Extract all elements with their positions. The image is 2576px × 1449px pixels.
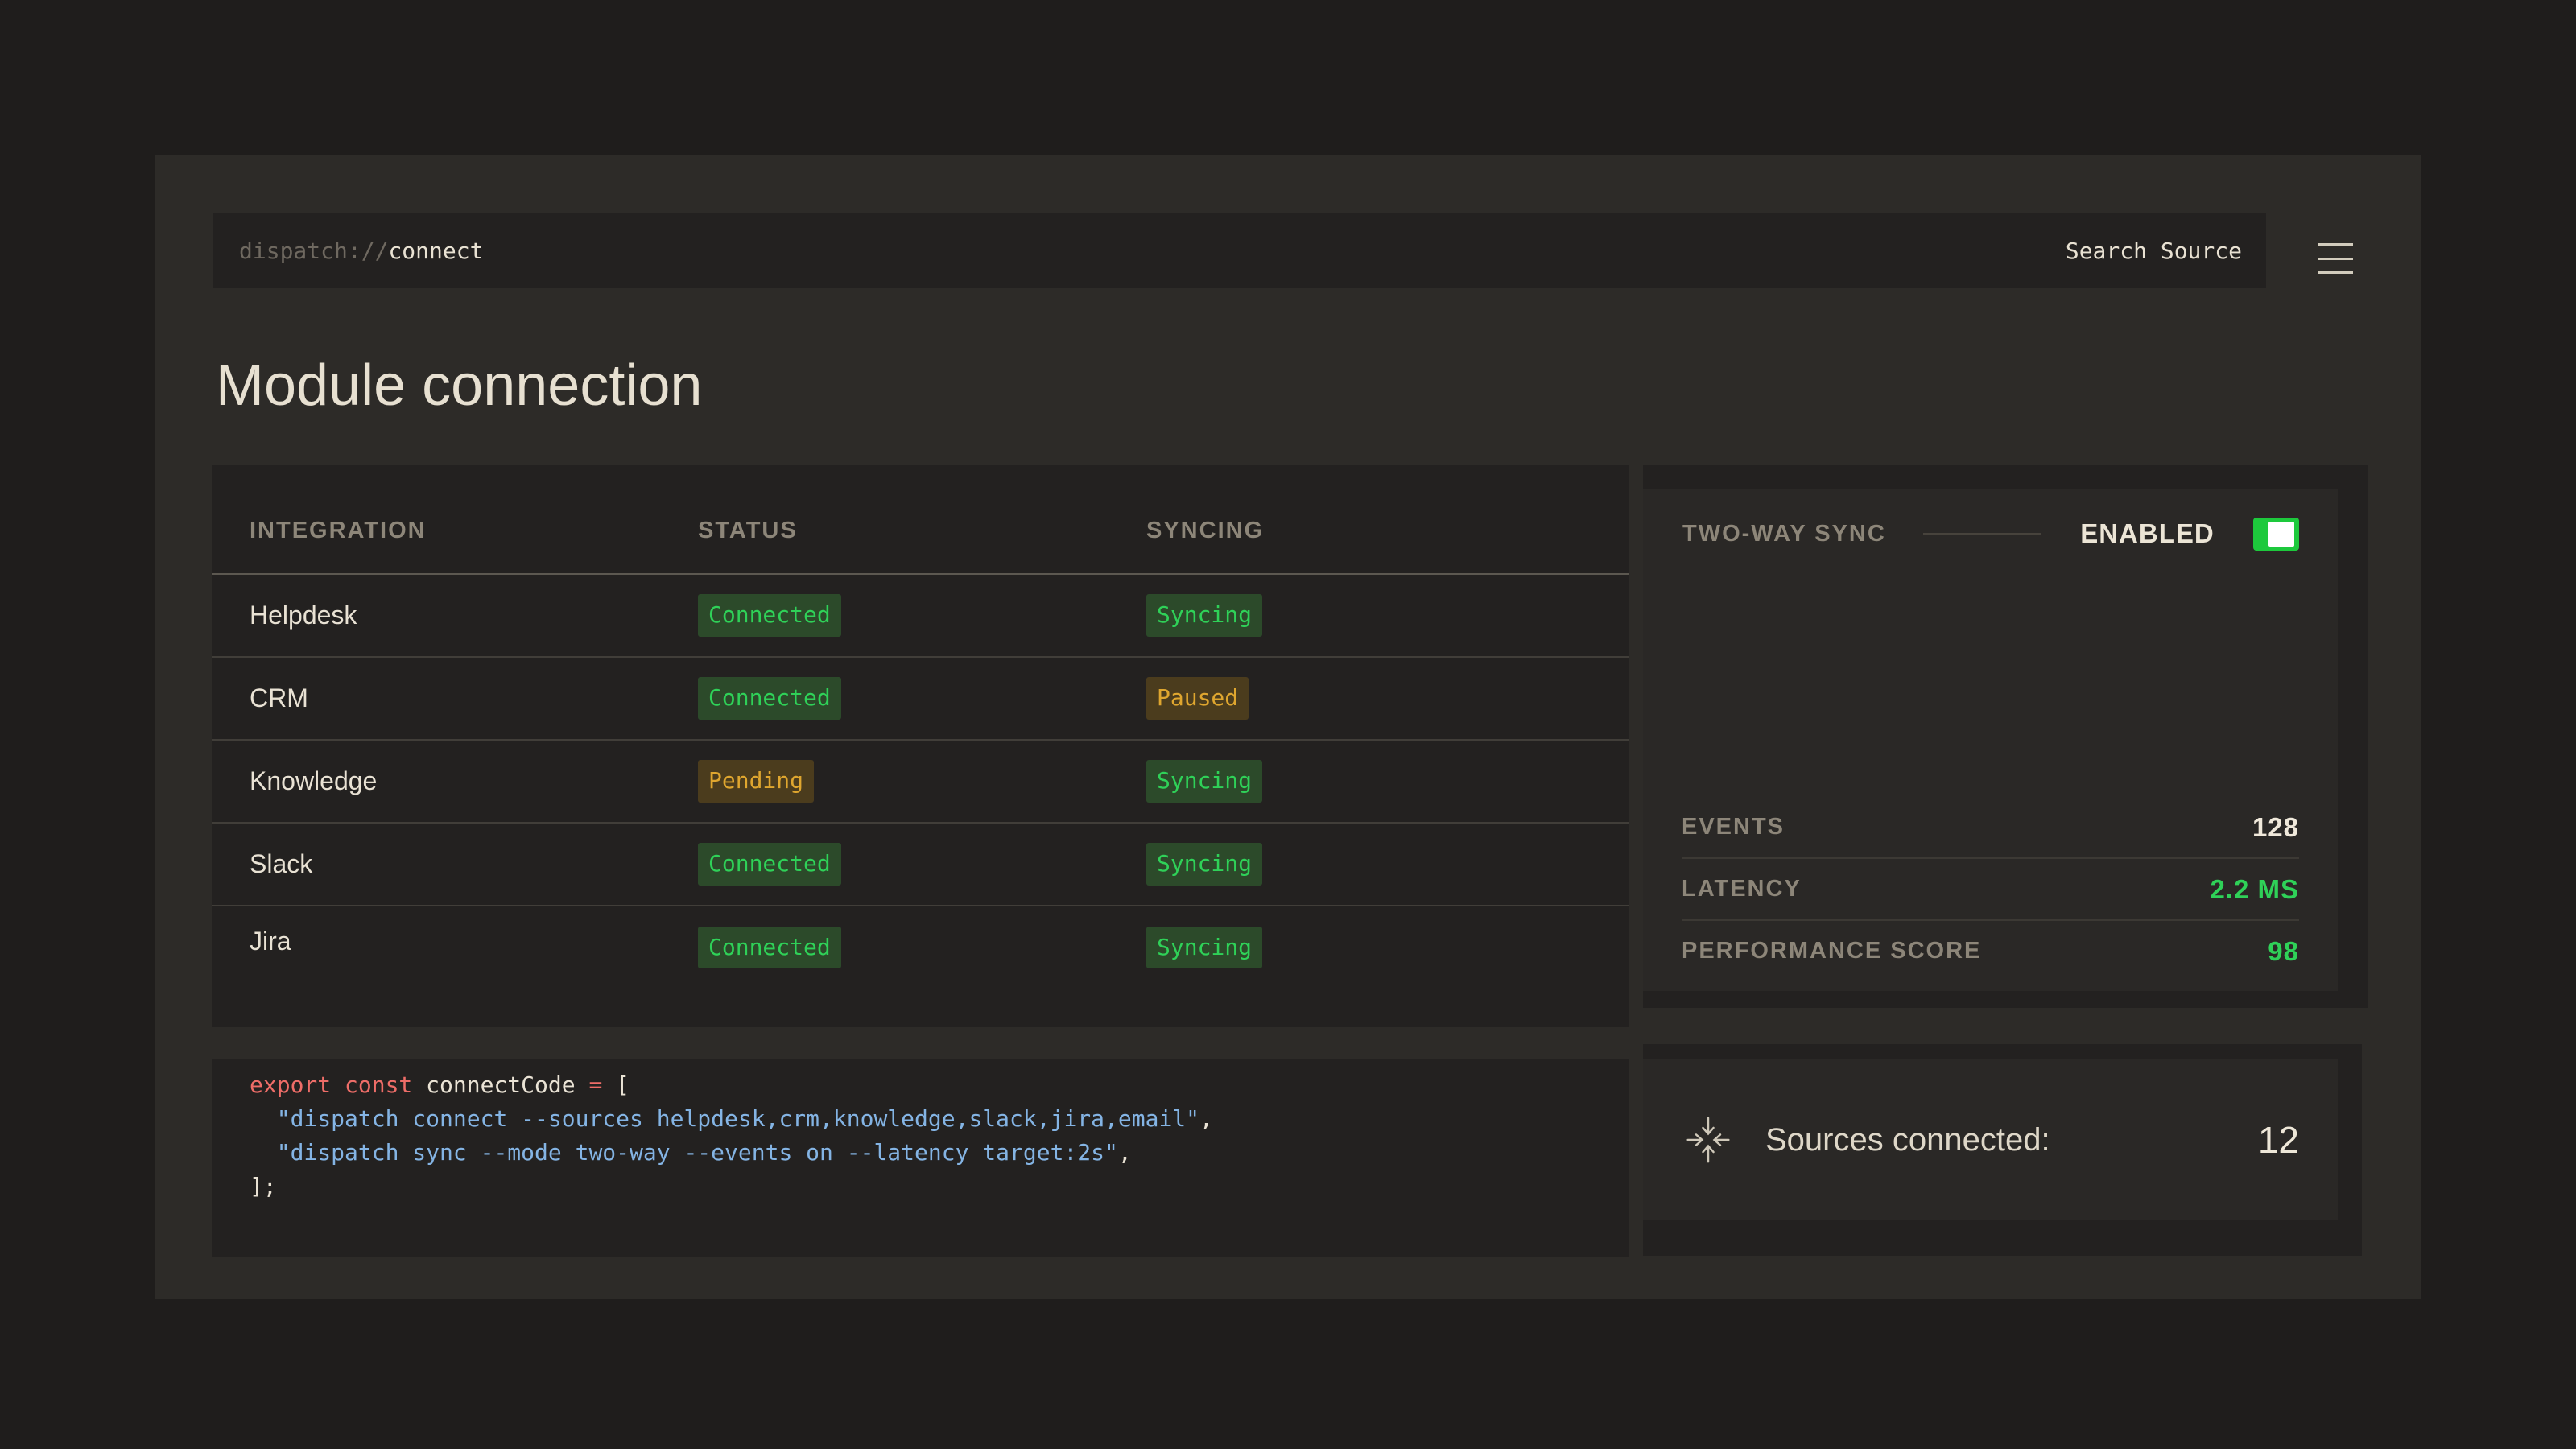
two-way-sync-toggle[interactable] xyxy=(2253,518,2299,551)
sync-panel: TWO-WAY SYNC ENABLED EVENTS 128 LATENCY … xyxy=(1643,489,2338,991)
converge-arrows-icon xyxy=(1683,1115,1733,1165)
module-connection-page: dispatch://connect Search Source Module … xyxy=(0,0,2576,1449)
column-header-status: STATUS xyxy=(698,518,1146,544)
code-comma: , xyxy=(1118,1139,1132,1166)
stat-row-events: EVENTS 128 xyxy=(1682,797,2299,857)
code-operator: = xyxy=(588,1071,602,1098)
status-badge: Connected xyxy=(698,677,841,719)
sources-connected-label: Sources connected: xyxy=(1765,1122,2050,1158)
stat-value: 2.2 MS xyxy=(2210,874,2299,905)
search-source-button[interactable]: Search Source xyxy=(2066,237,2242,264)
integration-name: Knowledge xyxy=(250,766,698,796)
status-badge: Connected xyxy=(698,843,841,885)
column-header-integration: INTEGRATION xyxy=(250,518,698,544)
sync-rule-line xyxy=(1923,533,2041,535)
code-identifier: connectCode xyxy=(412,1071,588,1098)
address-bar[interactable]: dispatch://connect Search Source xyxy=(213,213,2266,288)
integration-name: CRM xyxy=(250,683,698,713)
stat-row-performance-score: PERFORMANCE SCORE 98 xyxy=(1682,919,2299,981)
syncing-badge: Syncing xyxy=(1146,843,1262,885)
syncing-badge: Syncing xyxy=(1146,927,1262,968)
sources-widget-backpanel: Sources connected: 12 xyxy=(1643,1044,2362,1256)
syncing-badge: Paused xyxy=(1146,677,1249,719)
column-header-syncing: SYNCING xyxy=(1146,518,1591,544)
code-block: export const connectCode = [ "dispatch c… xyxy=(212,1059,1629,1257)
code-comma: , xyxy=(1199,1105,1213,1132)
table-row[interactable]: Slack Connected Syncing xyxy=(212,824,1629,906)
stat-value: 128 xyxy=(2252,812,2299,843)
address-protocol: dispatch:// xyxy=(239,237,388,264)
syncing-badge: Syncing xyxy=(1146,594,1262,636)
code-bracket: ]; xyxy=(250,1173,277,1199)
status-badge: Connected xyxy=(698,594,841,636)
stat-row-latency: LATENCY 2.2 MS xyxy=(1682,857,2299,919)
integration-name: Jira xyxy=(250,927,698,956)
table-header-row: INTEGRATION STATUS SYNCING xyxy=(212,465,1629,575)
integration-name: Helpdesk xyxy=(250,601,698,630)
sync-widget-backpanel: TWO-WAY SYNC ENABLED EVENTS 128 LATENCY … xyxy=(1643,465,2368,1008)
menu-icon[interactable] xyxy=(2318,243,2353,274)
sync-state-label: ENABLED xyxy=(2080,518,2215,549)
page-title: Module connection xyxy=(216,353,702,419)
syncing-badge: Syncing xyxy=(1146,760,1262,802)
code-bracket: [ xyxy=(602,1071,630,1098)
status-badge: Connected xyxy=(698,927,841,968)
code-indent xyxy=(250,1139,277,1166)
two-way-sync-row: TWO-WAY SYNC ENABLED xyxy=(1643,489,2338,578)
code-string: "dispatch sync --mode two-way --events o… xyxy=(277,1139,1118,1166)
sync-stats: EVENTS 128 LATENCY 2.2 MS PERFORMANCE SC… xyxy=(1682,797,2299,981)
main-card: dispatch://connect Search Source Module … xyxy=(155,155,2421,1299)
address-path: connect xyxy=(388,237,483,264)
status-badge: Pending xyxy=(698,760,814,802)
integration-name: Slack xyxy=(250,849,698,879)
stat-label: LATENCY xyxy=(1682,876,1802,902)
table-row[interactable]: Jira Connected Syncing xyxy=(212,906,1629,1027)
code-indent xyxy=(250,1105,277,1132)
table-row[interactable]: Helpdesk Connected Syncing xyxy=(212,575,1629,658)
two-way-sync-label: TWO-WAY SYNC xyxy=(1682,521,1886,547)
code-string: "dispatch connect --sources helpdesk,crm… xyxy=(277,1105,1199,1132)
stat-value: 98 xyxy=(2268,936,2299,967)
stat-label: EVENTS xyxy=(1682,814,1785,840)
sources-connected-value: 12 xyxy=(2258,1118,2299,1162)
code-keyword: export const xyxy=(250,1071,412,1098)
sources-panel: Sources connected: 12 xyxy=(1643,1059,2338,1220)
stat-label: PERFORMANCE SCORE xyxy=(1682,938,1981,964)
integrations-table: INTEGRATION STATUS SYNCING Helpdesk Conn… xyxy=(212,465,1629,1027)
toggle-knob xyxy=(2268,522,2294,547)
table-row[interactable]: Knowledge Pending Syncing xyxy=(212,741,1629,824)
table-row[interactable]: CRM Connected Paused xyxy=(212,658,1629,741)
